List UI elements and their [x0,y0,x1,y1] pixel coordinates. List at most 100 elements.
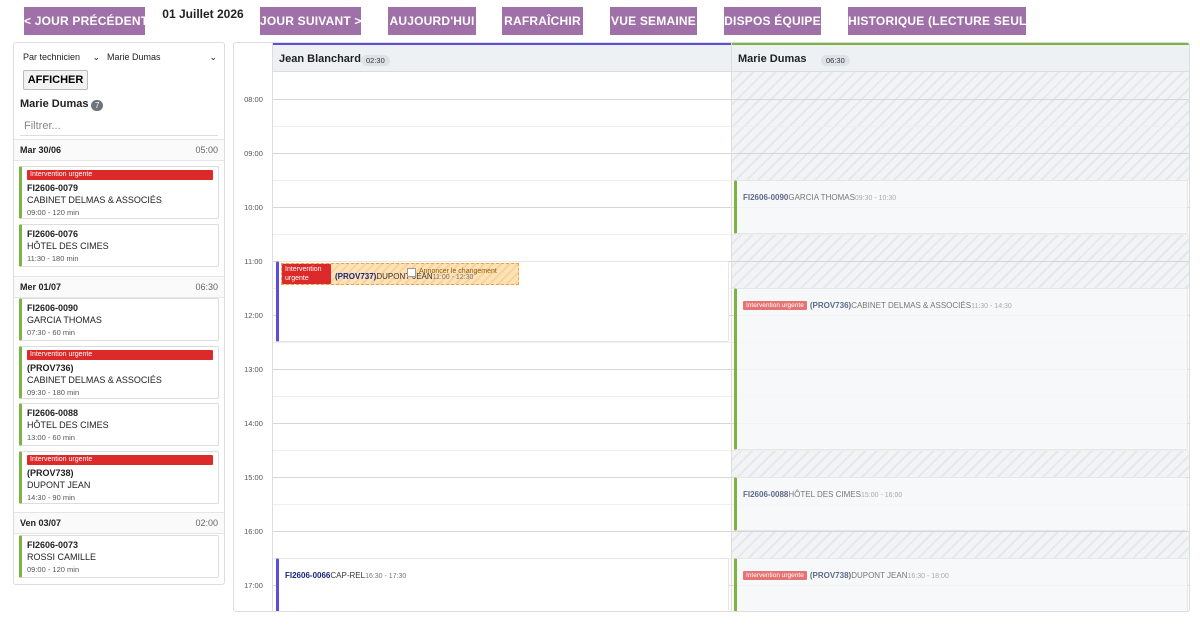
day-label: Mar 30/06 [20,145,62,155]
urgent-badge: Intervention urgente [743,301,807,310]
intervention-client: CABINET DELMAS & ASSOCIÉS [27,375,162,385]
event-ref: (PROV737) [335,272,377,281]
technician-select[interactable]: Marie Dumas ⌄ [107,49,217,65]
event-client: GARCIA THOMAS [788,193,855,202]
intervention-client: CABINET DELMAS & ASSOCIÉS [27,195,162,205]
hour-label: 12:00 [244,311,263,320]
calendar-event[interactable]: Intervention urgente (PROV736)CABINET DEL… [734,288,1188,450]
event-time: 16:30 - 17:30 [365,573,407,580]
technician-select-value: Marie Dumas [107,52,161,62]
column-jean-blanchard: Jean Blanchard 02:30 Intervention urgent… [273,43,731,611]
count-badge: 7 [91,100,104,111]
mode-select-value: Par technicien [23,52,81,62]
mode-select[interactable]: Par technicien ⌄ [23,49,100,65]
event-client: HÔTEL DES CIMES [788,490,861,499]
show-button[interactable]: AFFICHER [23,70,88,90]
filter-input[interactable]: Filtrer... [20,116,218,136]
week-view-button[interactable]: VUE SEMAINE [610,7,697,35]
chevron-down-icon: ⌄ [209,52,217,62]
intervention-time: 14:30 - 90 min [27,493,75,502]
intervention-card[interactable]: Intervention urgente (PROV736) CABINET DEL… [19,346,219,399]
unavailable-zone [732,450,1189,477]
event-client: CAP-REL [330,571,366,580]
event-ref: FI2606-0090 [743,193,789,202]
intervention-card[interactable]: Intervention urgente (PROV738) DUPONT JEAN… [19,451,219,504]
intervention-client: HÔTEL DES CIMES [27,241,109,251]
column-marie-dumas: Marie Dumas 06:30 FI2606-0090GARCIA THOM… [731,43,1189,611]
previous-day-button[interactable]: < JOUR PRÉCÉDENT [24,7,148,35]
intervention-ref: FI2606-0079 [27,183,79,193]
refresh-button[interactable]: RAFRAÎCHIR [502,7,583,35]
event-note: Annoncer le changement [419,268,497,275]
time-slot-line [732,153,1189,154]
intervention-ref: (PROV738) [27,468,74,478]
calendar-event[interactable]: Intervention urgente (PROV738)DUPONT JEAN… [734,558,1188,611]
hour-label: 08:00 [244,95,263,104]
day-total: 02:00 [195,518,218,528]
calendar-event[interactable]: Intervention urgente (PROV737)DUPONT JEAN… [276,261,729,342]
day-label: Ven 03/07 [20,518,62,528]
team-availability-button[interactable]: DISPOS ÉQUIPE [724,7,821,35]
event-time: 15:00 - 16:00 [860,492,903,499]
time-slot-line [273,342,731,343]
toolbar: < JOUR PRÉCÉDENT 01 Juillet 2026 JOUR SU… [0,0,1200,42]
current-date: 01 Juillet 2026 [162,7,244,21]
calendar-event[interactable]: FI2606-0066CAP-REL16:30 - 17:30 [276,558,729,611]
time-slot-line [273,423,731,424]
calendar-event[interactable]: FI2606-0088HÔTEL DES CIMES15:00 - 16:00 [734,477,1188,531]
column-total-badge: 06:30 [821,55,850,66]
intervention-card[interactable]: FI2606-0088 HÔTEL DES CIMES 13:00 - 60 min [19,403,219,446]
time-slot-line [273,531,731,532]
event-line: FI2606-0088HÔTEL DES CIMES15:00 - 16:00 [743,484,902,502]
column-tech-name: Marie Dumas [738,53,807,65]
day-header: Mer 01/07 06:30 [14,276,224,298]
intervention-ref: FI2606-0088 [27,408,79,418]
time-slot-line [273,450,731,451]
intervention-time: 11:30 - 180 min [27,254,79,263]
calendar-event[interactable]: FI2606-0090GARCIA THOMAS09:30 - 10:30 [734,180,1188,234]
intervention-card[interactable]: FI2606-0073 ROSSI CAMILLE 09:00 - 120 min [19,535,219,578]
time-slot-line [273,180,731,181]
urgent-badge: Intervention urgente [27,170,213,180]
chevron-down-icon: ⌄ [92,52,100,62]
urgent-badge: Intervention urgente [282,264,331,284]
intervention-ref: FI2606-0073 [27,540,79,550]
time-slot-line [732,261,1189,262]
day-label: Mer 01/07 [20,282,62,292]
time-slot-line [273,396,731,397]
day-header: Ven 03/07 02:00 [14,512,224,534]
intervention-client: HÔTEL DES CIMES [27,420,109,430]
time-slot-line [732,126,1189,127]
event-client: CABINET DELMAS & ASSOCIÉS [851,301,972,310]
time-slot-line [273,234,731,235]
intervention-client: ROSSI CAMILLE [27,552,97,562]
day-header: Mar 30/06 05:00 [14,139,224,161]
intervention-client: DUPONT JEAN [27,480,91,490]
intervention-card[interactable]: FI2606-0090 GARCIA THOMAS 07:30 - 60 min [19,298,219,341]
event-ref: (PROV738) [809,571,852,580]
event-time: 16:30 - 18:00 [907,573,949,580]
column-header: Marie Dumas 06:30 [732,43,1189,72]
technician-name: Marie Dumas [20,98,89,110]
today-button[interactable]: AUJOURD'HUI [388,7,476,35]
urgent-badge: Intervention urgente [27,455,213,465]
event-time: 09:30 - 10:30 [854,195,897,202]
intervention-time: 09:00 - 120 min [27,208,80,217]
event-line: FI2606-0066CAP-REL16:30 - 17:30 [285,565,406,583]
event-ref: FI2606-0066 [285,571,331,580]
hour-label: 16:00 [244,527,263,536]
next-day-button[interactable]: JOUR SUIVANT > [260,7,361,35]
time-slot-line [273,477,731,478]
intervention-card[interactable]: FI2606-0076 HÔTEL DES CIMES 11:30 - 180 mi… [19,224,219,267]
column-header: Jean Blanchard 02:30 [273,43,731,72]
history-button[interactable]: HISTORIQUE (LECTURE SEULE) [848,7,1039,35]
intervention-time: 09:30 - 180 min [27,388,80,397]
unavailable-zone [732,531,1189,558]
sidebar: Par technicien ⌄ Marie Dumas ⌄ AFFICHER … [13,42,225,585]
intervention-time: 09:00 - 120 min [27,565,80,574]
event-time: 11:00 - 12:30 [432,274,474,281]
intervention-card[interactable]: Intervention urgente FI2606-0079 CABINET D… [19,166,219,219]
calendar: 08:00 09:00 10:00 11:00 12:00 13:00 14:00 15:00… [233,42,1190,612]
intervention-ref: (PROV736) [27,363,74,373]
checkbox[interactable] [407,268,416,277]
